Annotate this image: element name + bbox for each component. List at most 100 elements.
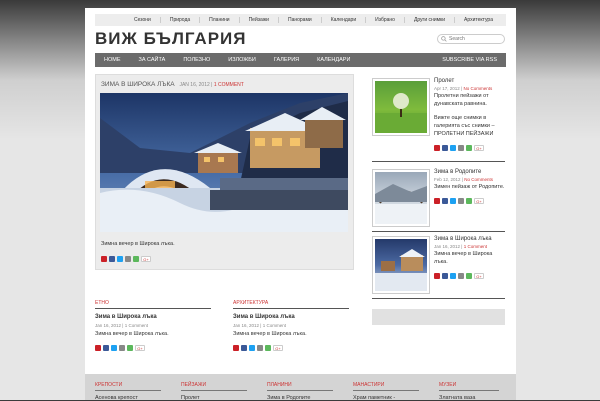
post-meta: Jan 16, 2012 | 1 Comment xyxy=(233,323,286,328)
sidebar-thumbnail[interactable] xyxy=(372,236,430,294)
google-plus-button[interactable]: G+ xyxy=(273,345,283,351)
sidebar-title[interactable]: Пролет xyxy=(434,78,505,84)
featured-comments-link[interactable]: 1 COMMENT xyxy=(214,82,244,88)
topnav-item[interactable]: Избрано xyxy=(365,17,404,23)
sidebar-info: Зима в Широка лъка Jan 16, 2012 | 1 Comm… xyxy=(434,236,505,279)
pinterest-icon[interactable] xyxy=(95,345,101,351)
sidebar-comments[interactable]: 1 Comment xyxy=(464,244,487,249)
share-icon[interactable] xyxy=(133,256,139,262)
facebook-icon[interactable] xyxy=(442,272,448,279)
rss-link[interactable]: SUBSCRIBE VIA RSS xyxy=(433,57,506,63)
topnav-item[interactable]: Други снимки xyxy=(403,17,454,23)
footer-column: ПЕЙЗАЖИ Пролет xyxy=(181,382,247,401)
nav-item-home[interactable]: HOME xyxy=(95,57,130,63)
topnav-item[interactable]: Календари xyxy=(320,17,365,23)
facebook-icon[interactable] xyxy=(442,144,448,151)
sidebar-title[interactable]: Зима в Широка лъка xyxy=(434,236,505,242)
pinterest-icon[interactable] xyxy=(101,256,107,262)
share-buttons: G+ xyxy=(434,144,505,151)
nav-item-calendars[interactable]: КАЛЕНДАРИ xyxy=(308,57,359,63)
twitter-icon[interactable] xyxy=(450,144,456,151)
topnav-item[interactable]: Архитектура xyxy=(454,17,502,23)
category-heading[interactable]: АРХИТЕКТУРА xyxy=(233,300,349,309)
share-icon[interactable] xyxy=(127,345,133,351)
twitter-icon[interactable] xyxy=(249,345,255,351)
topnav-item[interactable]: Природа xyxy=(159,17,199,23)
sidebar-info: Пролет Apr 17, 2012 | No Comments Пролет… xyxy=(434,78,505,151)
nav-item-gallery[interactable]: ГАЛЕРИЯ xyxy=(265,57,308,63)
site-logo[interactable]: ВИЖ БЪЛГАРИЯ xyxy=(95,29,247,49)
footer-heading[interactable]: ПЛАНИНИ xyxy=(267,382,333,391)
footer-heading[interactable]: МУЗЕИ xyxy=(439,382,499,391)
sidebar-date: Apr 17, 2012 xyxy=(434,86,460,91)
footer-heading[interactable]: МАНАСТИРИ xyxy=(353,382,419,391)
topnav-item[interactable]: Сезони xyxy=(125,17,160,23)
sidebar-comments[interactable]: No Comments xyxy=(464,177,493,182)
google-plus-button[interactable]: G+ xyxy=(474,272,484,279)
twitter-icon[interactable] xyxy=(450,197,456,204)
twitter-icon[interactable] xyxy=(450,272,456,279)
pinterest-icon[interactable] xyxy=(233,345,239,351)
footer-link[interactable]: Храм паметник - xyxy=(353,395,419,401)
share-icon[interactable] xyxy=(265,345,271,351)
nav-item-about[interactable]: ЗА САЙТА xyxy=(130,57,175,63)
divider xyxy=(372,161,505,162)
featured-header: ЗИМА В ШИРОКА ЛЪКА JAN 16, 2012 | 1 COMM… xyxy=(101,81,244,88)
topnav-item[interactable]: Пейзажи xyxy=(238,17,278,23)
email-icon[interactable] xyxy=(458,272,464,279)
sidebar-title[interactable]: Зима в Родопите xyxy=(434,169,505,175)
topnav-item[interactable]: Панорами xyxy=(277,17,321,23)
footer-link[interactable]: Асенова крепост xyxy=(95,395,161,401)
sidebar-thumbnail[interactable] xyxy=(372,169,430,227)
search-box[interactable] xyxy=(437,34,505,44)
google-plus-button[interactable]: G+ xyxy=(474,144,484,151)
sidebar-excerpt: Зимна вечер в Широка лъка. xyxy=(434,251,493,265)
twitter-icon[interactable] xyxy=(111,345,117,351)
post-title[interactable]: Зима в Широка лъка xyxy=(95,314,211,320)
google-plus-button[interactable]: G+ xyxy=(141,256,151,262)
facebook-icon[interactable] xyxy=(241,345,247,351)
nav-item-useful[interactable]: ПОЛЕЗНО xyxy=(174,57,219,63)
footer-heading[interactable]: КРЕПОСТИ xyxy=(95,382,161,391)
share-buttons: G+ xyxy=(434,272,505,279)
email-icon[interactable] xyxy=(125,256,131,262)
sidebar-excerpt: Пролетни пейзажи от дунавската равнина. xyxy=(434,93,489,107)
share-buttons: G+ xyxy=(95,345,211,351)
share-icon[interactable] xyxy=(466,197,472,204)
post-title[interactable]: Зима в Широка лъка xyxy=(233,314,349,320)
sidebar-comments[interactable]: No Comments xyxy=(463,86,492,91)
footer-heading[interactable]: ПЕЙЗАЖИ xyxy=(181,382,247,391)
google-plus-button[interactable]: G+ xyxy=(474,197,484,204)
footer-column: МУЗЕИ Златната ваза xyxy=(439,382,499,401)
category-post: АРХИТЕКТУРА Зима в Широка лъка Jan 16, 2… xyxy=(233,300,349,351)
sidebar-thumbnail[interactable] xyxy=(372,78,430,136)
footer-link[interactable]: Златната ваза xyxy=(439,395,499,401)
search-input[interactable] xyxy=(449,36,504,42)
search-icon xyxy=(441,36,447,42)
sidebar-meta: Feb 12, 2012 | No Comments xyxy=(434,177,493,182)
footer-link[interactable]: Пролет xyxy=(181,395,247,401)
google-plus-button[interactable]: G+ xyxy=(135,345,145,351)
email-icon[interactable] xyxy=(458,144,464,151)
category-heading[interactable]: ЕТНО xyxy=(95,300,211,309)
facebook-icon[interactable] xyxy=(442,197,448,204)
footer-link[interactable]: Зима в Родопите xyxy=(267,395,333,401)
twitter-icon[interactable] xyxy=(117,256,123,262)
share-icon[interactable] xyxy=(466,272,472,279)
post-meta: Jan 16, 2012 | 1 Comment xyxy=(95,323,148,328)
facebook-icon[interactable] xyxy=(103,345,109,351)
email-icon[interactable] xyxy=(257,345,263,351)
email-icon[interactable] xyxy=(119,345,125,351)
email-icon[interactable] xyxy=(458,197,464,204)
pinterest-icon[interactable] xyxy=(434,272,440,279)
facebook-icon[interactable] xyxy=(109,256,115,262)
featured-title[interactable]: ЗИМА В ШИРОКА ЛЪКА xyxy=(101,81,175,88)
featured-image[interactable] xyxy=(100,93,348,232)
pinterest-icon[interactable] xyxy=(434,197,440,204)
nav-item-exhibitions[interactable]: ИЗЛОЖБИ xyxy=(219,57,265,63)
category-post: ЕТНО Зима в Широка лъка Jan 16, 2012 | 1… xyxy=(95,300,211,351)
pinterest-icon[interactable] xyxy=(434,144,440,151)
topnav-item[interactable]: Планини xyxy=(199,17,238,23)
share-icon[interactable] xyxy=(466,144,472,151)
featured-excerpt: Зимна вечер в Широка лъка. xyxy=(101,241,175,247)
